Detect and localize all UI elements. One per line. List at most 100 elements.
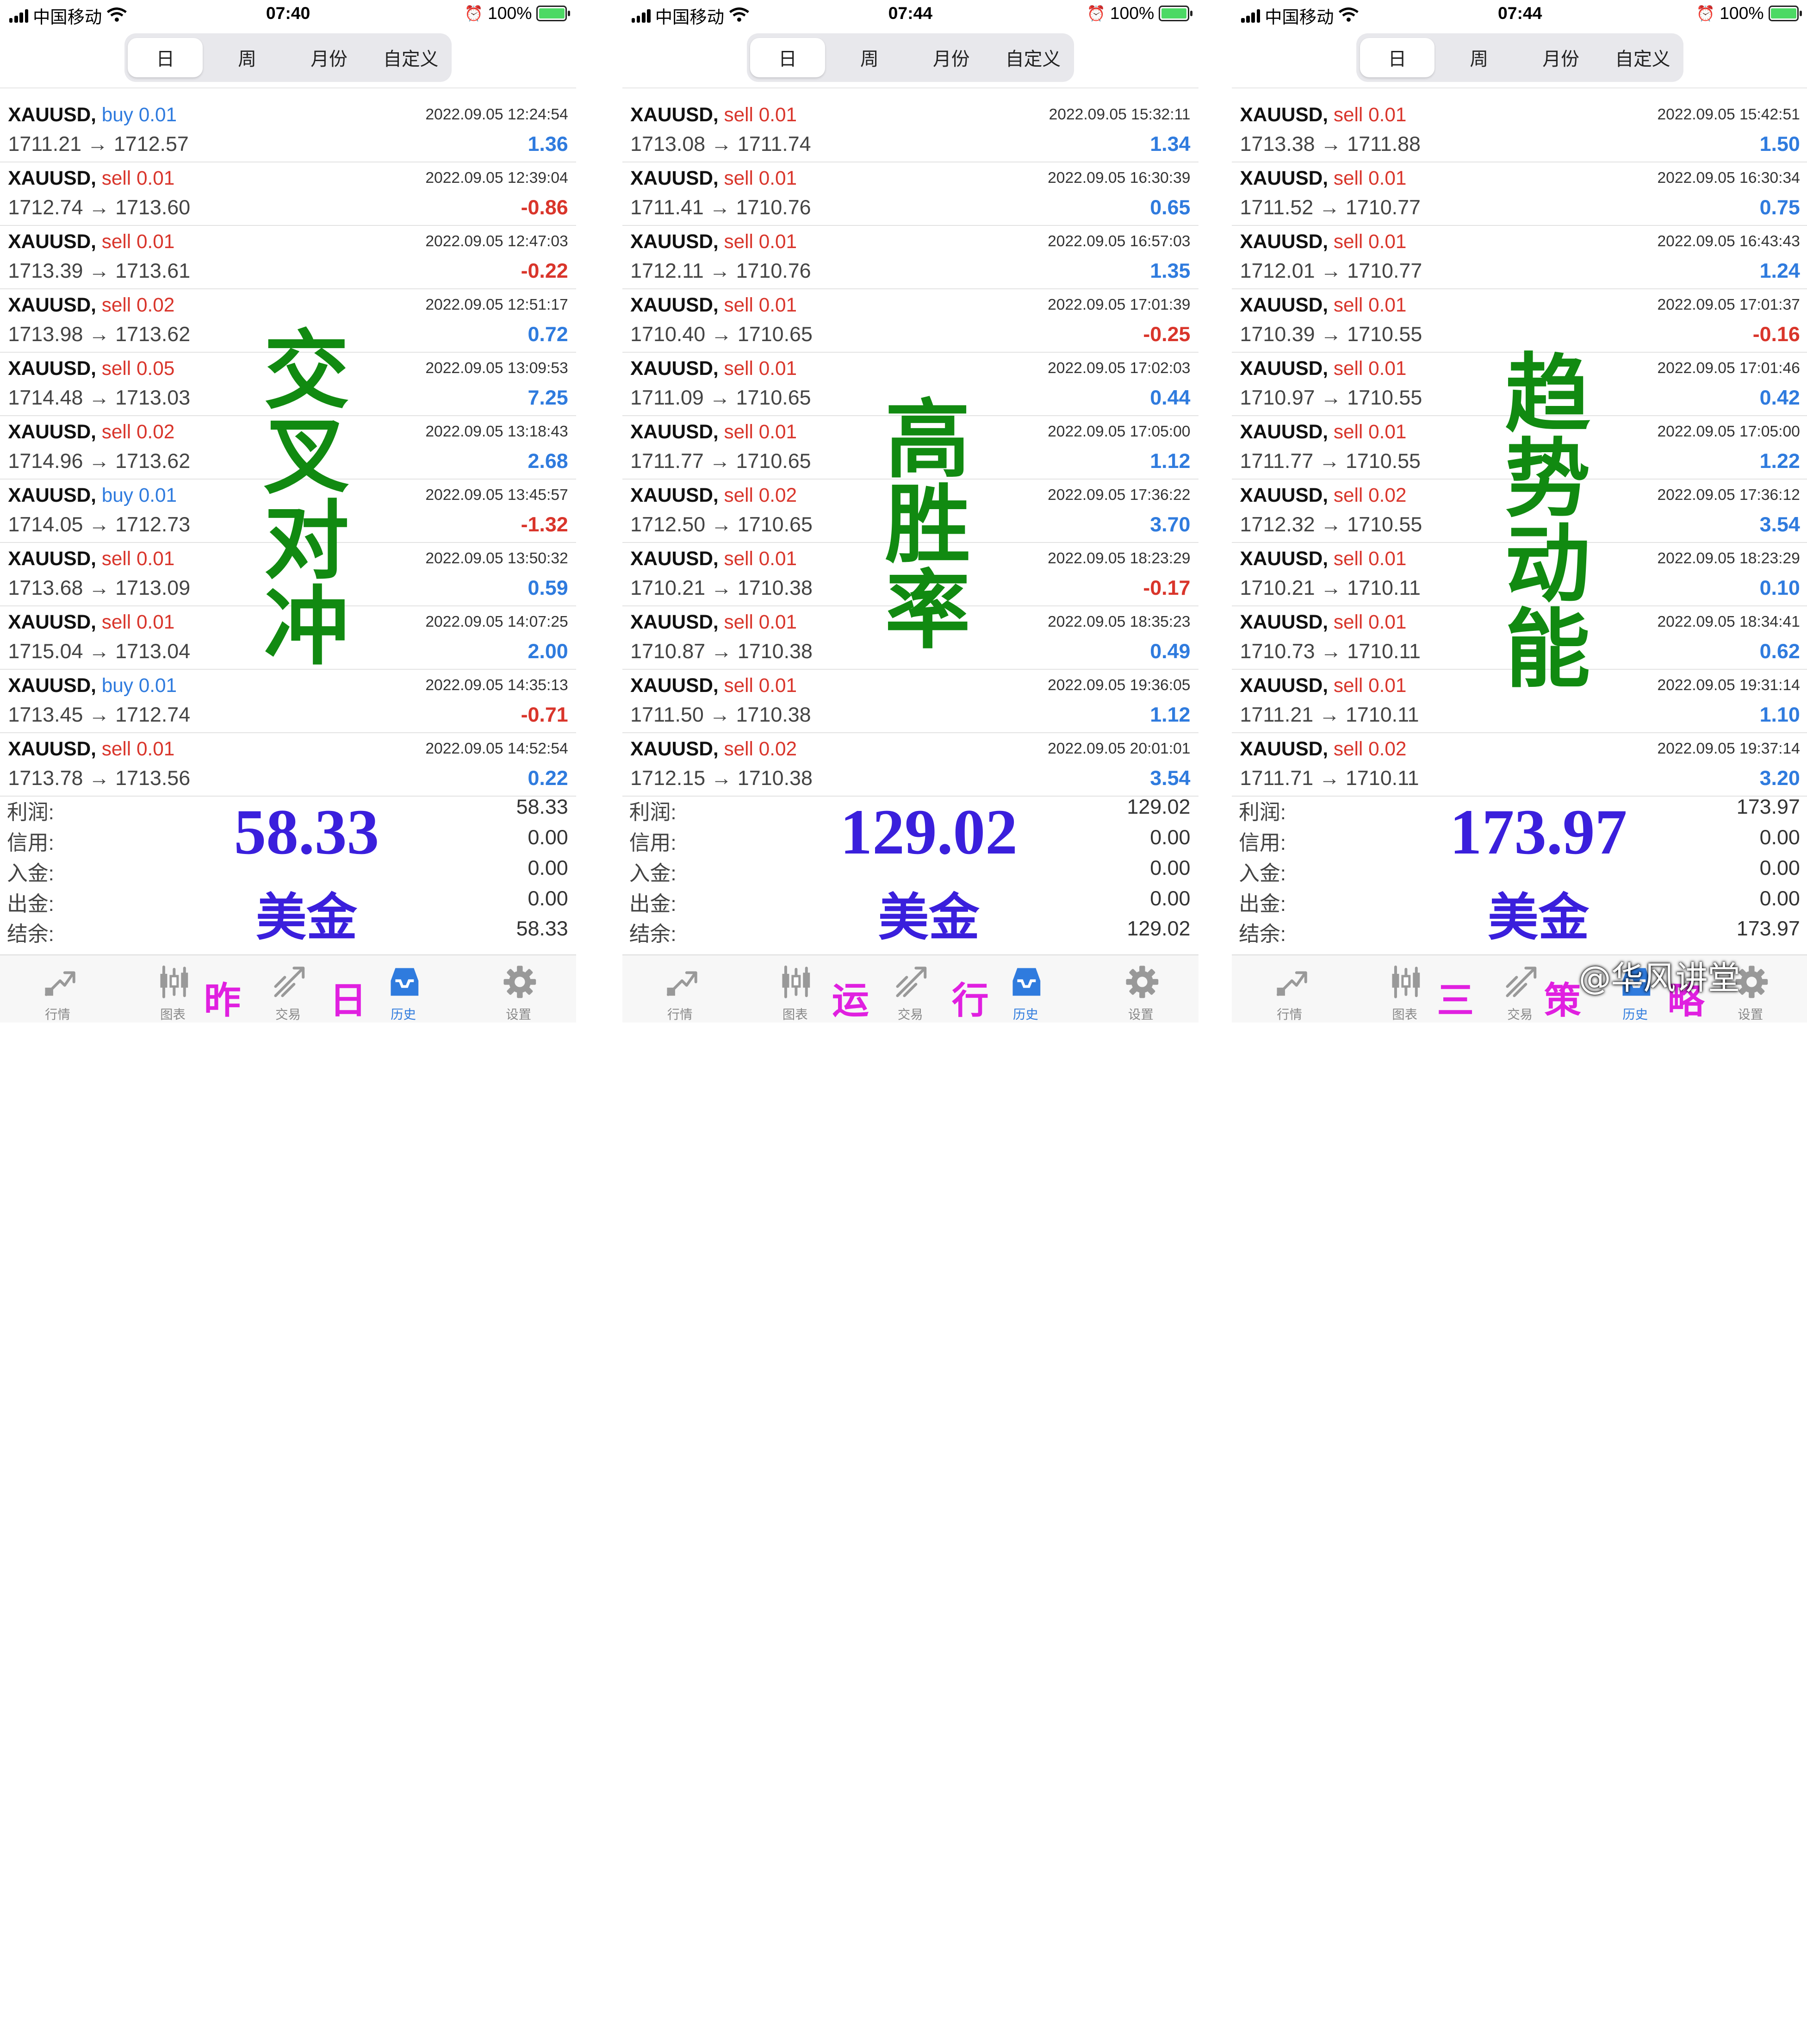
segment-1[interactable]: 周 bbox=[832, 38, 907, 77]
deal-profit: -0.16 bbox=[1752, 323, 1800, 346]
deal-prices: 1713.39 → 1713.61 bbox=[8, 259, 190, 283]
deal-symbol: XAUUSD, bbox=[630, 357, 719, 379]
deal-open-price: 1713.08 bbox=[630, 132, 706, 156]
deal-type: sell bbox=[724, 231, 753, 253]
summary-value: 129.02 bbox=[1127, 917, 1191, 941]
deal-row[interactable]: XAUUSD, sell 0.01 2022.09.05 14:52:54 17… bbox=[0, 733, 577, 797]
deal-symbol-line: XAUUSD, sell 0.02 bbox=[1240, 738, 1407, 760]
arrow-right-icon: → bbox=[88, 449, 110, 473]
deal-row[interactable]: XAUUSD, sell 0.01 2022.09.05 19:36:05 17… bbox=[622, 670, 1198, 733]
candlestick-icon bbox=[779, 965, 813, 999]
summary-label: 结余: bbox=[629, 922, 677, 946]
tab-trade[interactable]: 交易 bbox=[853, 955, 968, 1022]
deal-symbol: XAUUSD, bbox=[8, 484, 96, 506]
deal-open-price: 1711.21 bbox=[8, 132, 82, 156]
tab-gear[interactable]: 设置 bbox=[1083, 955, 1198, 1022]
deal-type: sell bbox=[101, 357, 131, 379]
deal-row[interactable]: XAUUSD, sell 0.01 2022.09.05 15:42:51 17… bbox=[1232, 99, 1807, 163]
deal-prices: 1713.78 → 1713.56 bbox=[8, 766, 190, 790]
segment-1[interactable]: 周 bbox=[1441, 38, 1516, 77]
deal-profit: 1.12 bbox=[1150, 449, 1191, 473]
segment-2[interactable]: 月份 bbox=[914, 38, 989, 77]
deal-prices: 1712.15 → 1710.38 bbox=[630, 766, 813, 790]
deal-lot: 0.01 bbox=[1368, 611, 1407, 633]
deal-symbol-line: XAUUSD, sell 0.01 bbox=[1240, 231, 1407, 253]
deal-profit: 1.10 bbox=[1759, 703, 1800, 727]
deal-symbol: XAUUSD, bbox=[1240, 104, 1329, 126]
deal-row[interactable]: XAUUSD, sell 0.01 2022.09.05 16:57:03 17… bbox=[622, 226, 1198, 290]
deal-row[interactable]: XAUUSD, sell 0.02 2022.09.05 20:01:01 17… bbox=[622, 733, 1198, 797]
deal-symbol: XAUUSD, bbox=[1240, 420, 1329, 442]
segment-2[interactable]: 月份 bbox=[292, 38, 366, 77]
status-bar: 中国移动 07:44 ⏰ 100% bbox=[622, 0, 1198, 30]
tab-chart-arrow[interactable]: 行情 bbox=[622, 955, 738, 1022]
tab-trade[interactable]: 交易 bbox=[230, 955, 346, 1022]
deal-row[interactable]: XAUUSD, sell 0.01 2022.09.05 17:01:37 17… bbox=[1232, 289, 1807, 353]
deal-close-price: 1710.11 bbox=[1347, 640, 1421, 663]
tab-gear[interactable]: 设置 bbox=[461, 955, 576, 1022]
deal-type: sell bbox=[724, 294, 753, 316]
tab-chart-arrow[interactable]: 行情 bbox=[0, 955, 115, 1022]
deal-time: 2022.09.05 14:35:13 bbox=[425, 676, 568, 694]
segment-0[interactable]: 日 bbox=[1360, 38, 1435, 77]
trade-icon bbox=[1504, 965, 1539, 999]
summary-label: 出金: bbox=[629, 892, 677, 916]
segment-2[interactable]: 月份 bbox=[1523, 38, 1598, 77]
deal-profit: 0.10 bbox=[1759, 576, 1800, 600]
deal-prices: 1713.68 → 1713.09 bbox=[8, 576, 190, 600]
deal-profit: 0.42 bbox=[1759, 386, 1800, 410]
segment-0[interactable]: 日 bbox=[750, 38, 826, 77]
deal-profit: 2.68 bbox=[528, 449, 568, 473]
deal-type: sell bbox=[1333, 104, 1363, 126]
deal-row[interactable]: XAUUSD, sell 0.01 2022.09.05 15:32:11 17… bbox=[622, 99, 1198, 163]
overlay-title-char: 动 bbox=[1505, 515, 1590, 615]
overlay-title-char: 高 bbox=[885, 391, 970, 490]
overlay-title-char: 叉 bbox=[264, 407, 349, 506]
deal-type: sell bbox=[101, 167, 131, 189]
deal-row[interactable]: XAUUSD, sell 0.01 2022.09.05 16:43:43 17… bbox=[1232, 226, 1807, 290]
deal-open-price: 1711.21 bbox=[1240, 703, 1314, 727]
deal-prices: 1710.97 → 1710.55 bbox=[1240, 386, 1422, 410]
deal-lot: 0.01 bbox=[1368, 231, 1407, 253]
deal-close-price: 1710.38 bbox=[736, 703, 811, 727]
deal-close-price: 1710.11 bbox=[1345, 703, 1419, 727]
segment-0[interactable]: 日 bbox=[128, 38, 203, 77]
deal-profit: 0.65 bbox=[1150, 196, 1191, 219]
deal-close-price: 1710.38 bbox=[737, 576, 813, 600]
deal-row[interactable]: XAUUSD, sell 0.01 2022.09.05 17:01:39 17… bbox=[622, 289, 1198, 353]
deal-time: 2022.09.05 19:36:05 bbox=[1048, 676, 1191, 694]
deal-row[interactable]: XAUUSD, sell 0.01 2022.09.05 16:30:34 17… bbox=[1232, 162, 1807, 226]
deal-lot: 0.01 bbox=[758, 674, 797, 696]
segment-3[interactable]: 自定义 bbox=[1605, 38, 1680, 77]
deal-symbol-line: XAUUSD, sell 0.01 bbox=[1240, 104, 1407, 126]
tab-chart-arrow[interactable]: 行情 bbox=[1232, 955, 1347, 1022]
summary-label: 信用: bbox=[629, 831, 677, 855]
deal-time: 2022.09.05 16:43:43 bbox=[1657, 233, 1800, 250]
deal-symbol: XAUUSD, bbox=[630, 484, 719, 506]
deal-prices: 1711.50 → 1710.38 bbox=[630, 703, 811, 727]
deal-row[interactable]: XAUUSD, buy 0.01 2022.09.05 14:35:13 171… bbox=[0, 670, 577, 733]
deal-row[interactable]: XAUUSD, buy 0.01 2022.09.05 12:24:54 171… bbox=[0, 99, 577, 163]
deal-row[interactable]: XAUUSD, sell 0.01 2022.09.05 12:47:03 17… bbox=[0, 226, 577, 290]
deal-row[interactable]: XAUUSD, sell 0.02 2022.09.05 19:37:14 17… bbox=[1232, 733, 1807, 797]
deal-row[interactable]: XAUUSD, sell 0.01 2022.09.05 16:30:39 17… bbox=[622, 162, 1198, 226]
deal-profit: 1.50 bbox=[1759, 132, 1800, 156]
deal-row[interactable]: XAUUSD, sell 0.01 2022.09.05 12:39:04 17… bbox=[0, 162, 577, 226]
overlay-title-char: 冲 bbox=[264, 577, 349, 677]
arrow-right-icon: → bbox=[1319, 449, 1340, 473]
deal-profit: 3.20 bbox=[1759, 766, 1800, 790]
segment-3[interactable]: 自定义 bbox=[373, 38, 448, 77]
deal-close-price: 1712.74 bbox=[115, 703, 191, 727]
deal-type: buy bbox=[101, 104, 133, 126]
deal-time: 2022.09.05 17:01:39 bbox=[1048, 296, 1191, 313]
segment-3[interactable]: 自定义 bbox=[996, 38, 1071, 77]
deal-close-price: 1710.55 bbox=[1345, 449, 1421, 473]
overlay-caption-char: 行 bbox=[951, 978, 989, 1022]
deal-close-price: 1713.04 bbox=[115, 640, 191, 663]
segment-1[interactable]: 周 bbox=[210, 38, 285, 77]
deal-profit: -0.25 bbox=[1143, 323, 1191, 346]
deal-close-price: 1712.73 bbox=[115, 513, 191, 536]
deal-time: 2022.09.05 12:47:03 bbox=[425, 233, 568, 250]
deal-open-price: 1712.32 bbox=[1240, 513, 1315, 536]
deal-type: sell bbox=[101, 547, 131, 569]
